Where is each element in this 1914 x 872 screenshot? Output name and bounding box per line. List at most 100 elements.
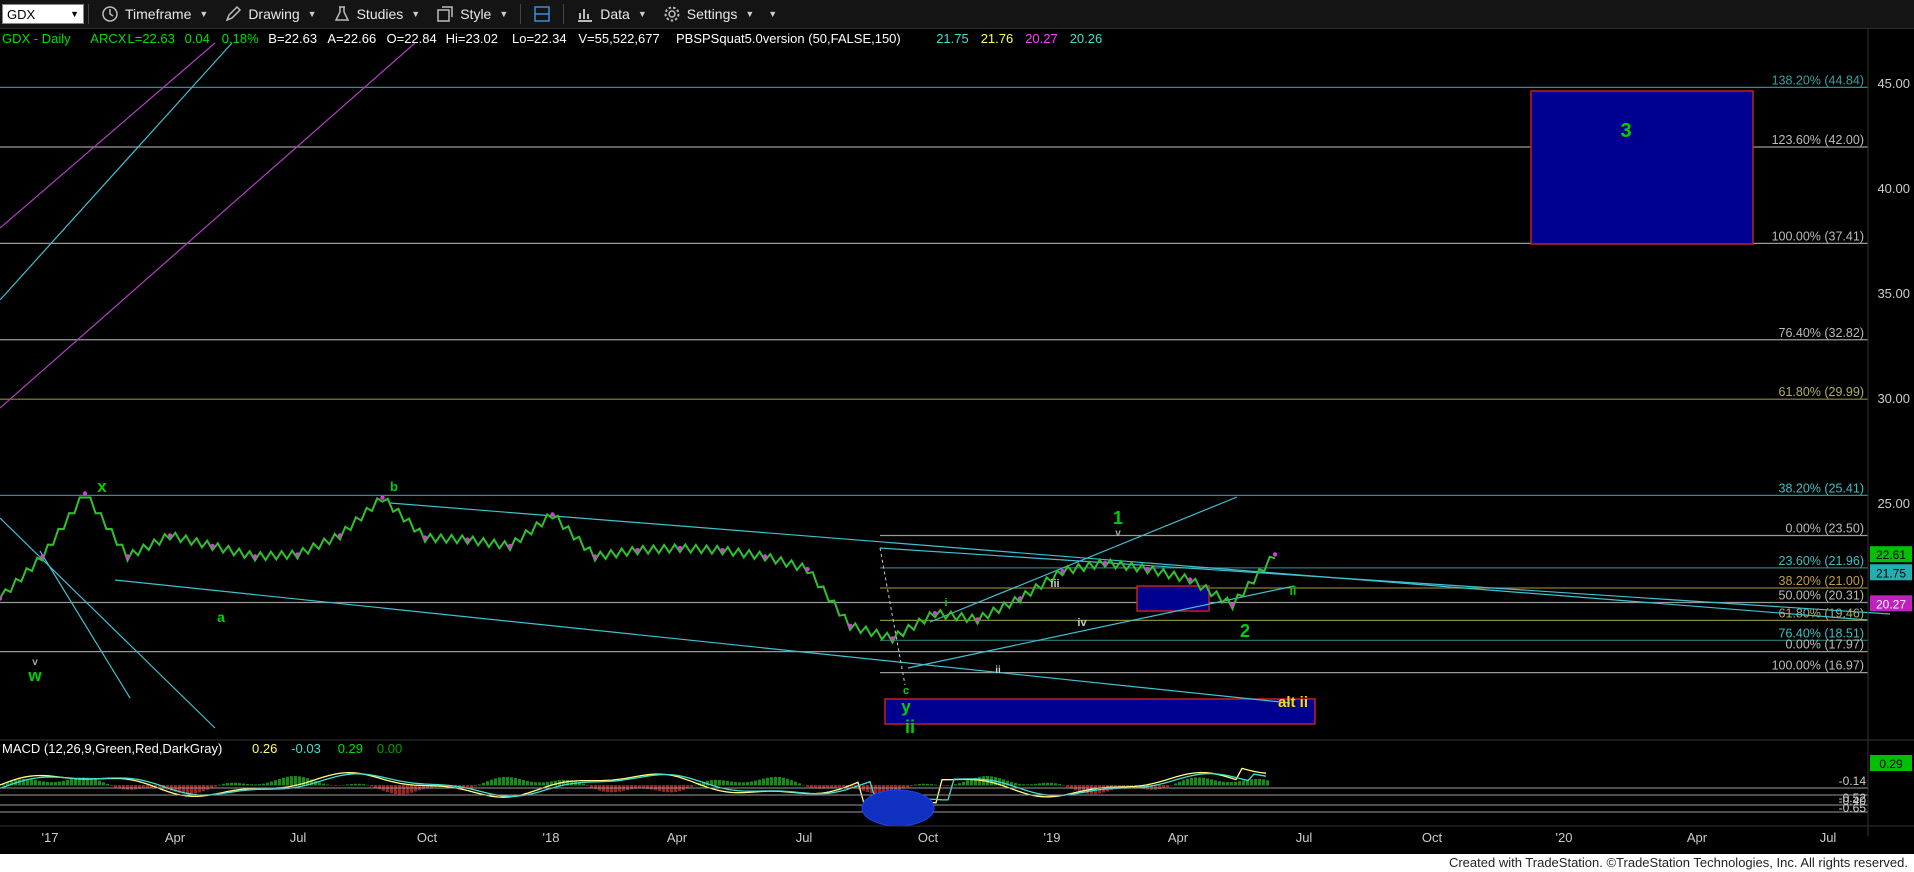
- fib-level-label: 138.20% (44.84): [1772, 73, 1864, 87]
- macd-histogram-bar: [238, 783, 241, 786]
- price-point[interactable]: [720, 548, 725, 553]
- macd-histogram-bar: [506, 776, 509, 786]
- wave-label: ii: [995, 665, 1001, 676]
- price-point[interactable]: [82, 491, 88, 496]
- macd-histogram-bar: [1242, 780, 1245, 786]
- macd-oversold-ellipse[interactable]: [861, 789, 935, 827]
- wave-label: iv: [1077, 617, 1087, 629]
- chevron-down-icon: ▼: [307, 9, 317, 19]
- wave-label: 2: [1240, 621, 1250, 641]
- macd-histogram-bar: [386, 785, 389, 793]
- price-point[interactable]: [1017, 596, 1023, 601]
- drawing-label: Drawing: [248, 6, 300, 22]
- chart-canvas[interactable]: GDX - Daily ARCX L=22.63 0.04 0.18% B=22.63 A=…: [0, 28, 1914, 854]
- macd-histogram-bar: [978, 776, 981, 786]
- timeframe-button[interactable]: Timeframe ▼: [93, 0, 216, 28]
- wave3-target-box[interactable]: [1530, 90, 1754, 245]
- price-point[interactable]: [1272, 552, 1278, 557]
- trend-line[interactable]: [39, 550, 131, 699]
- data-icon: [578, 9, 593, 22]
- macd-histogram-bar: [586, 785, 589, 786]
- trend-line[interactable]: [0, 42, 416, 409]
- price-point[interactable]: [252, 554, 258, 559]
- time-axis-label: '18: [543, 830, 560, 845]
- price-point[interactable]: [1060, 569, 1065, 574]
- macd-histogram-bar: [798, 783, 801, 786]
- symbol-selector[interactable]: GDX ▼: [2, 4, 84, 24]
- macd-histogram-bar: [1250, 779, 1253, 786]
- header-value: Lo=22.34: [512, 31, 567, 46]
- macd-histogram-bar: [1030, 784, 1033, 786]
- time-axis-label: Oct: [918, 830, 939, 845]
- price-point[interactable]: [890, 636, 895, 641]
- price-point[interactable]: [422, 535, 428, 540]
- price-panel[interactable]: GDX - Daily ARCX L=22.63 0.04 0.18% B=22.63 A=…: [0, 31, 1891, 737]
- wave-label: ii: [1290, 584, 1297, 598]
- macd-histogram-bar: [1186, 778, 1189, 786]
- layout-button[interactable]: [525, 0, 559, 28]
- style-button[interactable]: Style ▼: [428, 0, 516, 28]
- price-point[interactable]: [1187, 577, 1193, 582]
- macd-histogram-bar: [914, 784, 917, 786]
- header-value: GDX - Daily: [2, 31, 71, 46]
- header-value: O=22.84: [387, 31, 437, 46]
- price-point[interactable]: [677, 545, 683, 551]
- macd-panel[interactable]: MACD (12,26,9,Green,Red,DarkGray) 0.26 -0.…: [0, 739, 1914, 827]
- price-point[interactable]: [295, 552, 300, 557]
- price-point[interactable]: [167, 533, 173, 538]
- time-axis-label: Apr: [1168, 830, 1189, 845]
- price-point[interactable]: [507, 543, 513, 549]
- settings-icon: [664, 6, 680, 22]
- price-point[interactable]: [1102, 560, 1108, 565]
- macd-histogram-bar: [1198, 777, 1201, 786]
- macd-histogram-bar: [838, 785, 841, 788]
- macd-histogram-bar: [470, 785, 473, 788]
- macd-histogram-bar: [122, 785, 125, 790]
- chevron-down-icon: ▼: [199, 9, 209, 19]
- price-point[interactable]: [805, 566, 810, 572]
- trend-line[interactable]: [114, 579, 1291, 704]
- wave-ii-support-box[interactable]: [884, 698, 1316, 725]
- trend-line[interactable]: [0, 42, 216, 229]
- macd-histogram-bar: [590, 785, 593, 788]
- price-point[interactable]: [465, 537, 470, 542]
- time-axis-label: Jul: [1820, 830, 1837, 845]
- price-point[interactable]: [762, 554, 768, 559]
- wave-label: c: [903, 685, 909, 697]
- time-axis-label: Jul: [796, 830, 813, 845]
- price-point[interactable]: [1145, 566, 1150, 572]
- symbol-value[interactable]: GDX: [7, 7, 35, 22]
- studies-button[interactable]: Studies ▼: [325, 0, 429, 28]
- data-button[interactable]: Data ▼: [568, 0, 655, 28]
- price-point[interactable]: [847, 623, 853, 628]
- price-point[interactable]: [550, 512, 555, 517]
- price-point[interactable]: [210, 543, 215, 549]
- price-point[interactable]: [975, 617, 980, 622]
- price-point[interactable]: [337, 533, 343, 538]
- macd-histogram-bar: [294, 776, 297, 786]
- price-point[interactable]: [40, 554, 45, 559]
- fib-level-label: 123.60% (42.00): [1772, 133, 1864, 147]
- price-point[interactable]: [1230, 602, 1235, 607]
- drawing-button[interactable]: Drawing ▼: [216, 0, 324, 28]
- overflow-chevron-icon[interactable]: ▼: [768, 9, 777, 19]
- price-point[interactable]: [380, 495, 385, 500]
- macd-histogram-bar: [54, 781, 57, 786]
- trend-line[interactable]: [0, 517, 216, 729]
- price-point[interactable]: [635, 548, 640, 553]
- price-point[interactable]: [125, 554, 130, 559]
- wave2-support-box[interactable]: [1136, 585, 1210, 612]
- trend-line[interactable]: [0, 42, 233, 301]
- price-point[interactable]: [932, 611, 938, 616]
- drawing-icon: [225, 5, 242, 22]
- time-axis-label: Jul: [290, 830, 307, 845]
- macd-histogram-bar: [1222, 781, 1225, 786]
- price-point[interactable]: [592, 554, 598, 559]
- macd-histogram-bar: [666, 785, 669, 793]
- macd-histogram-bar: [190, 785, 193, 794]
- settings-button[interactable]: Settings ▼ ▼: [655, 0, 785, 28]
- macd-histogram-bar: [70, 779, 73, 786]
- chevron-down-icon[interactable]: ▼: [70, 9, 79, 19]
- macd-histogram-bar: [1166, 785, 1169, 788]
- macd-histogram-bar: [1254, 778, 1257, 786]
